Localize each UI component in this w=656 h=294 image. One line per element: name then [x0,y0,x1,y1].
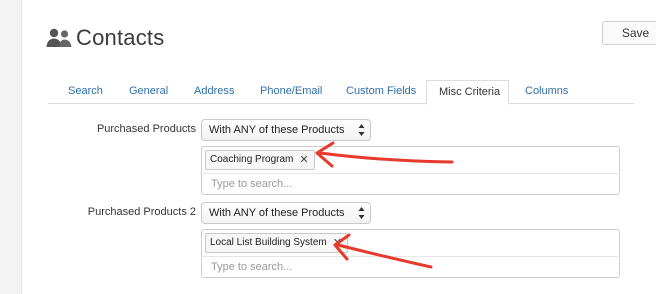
product-tag-label: Coaching Program [210,154,294,165]
product-tag: Local List Building System ✕ [205,233,348,253]
annotation-arrow-icon [333,233,433,269]
annotation-arrow-icon [315,141,454,168]
tab-columns[interactable]: Columns [525,80,568,104]
tab-address[interactable]: Address [194,80,234,104]
product-tag: Coaching Program ✕ [205,150,315,170]
purchased-products-2-label: Purchased Products 2 [87,206,196,218]
tab-general[interactable]: General [129,80,168,104]
page-header: Contacts [46,24,164,52]
save-button[interactable]: Save [602,21,656,45]
match-select-value: With ANY of these Products [209,124,345,136]
purchased-products-2-match-select[interactable]: With ANY of these Products [201,202,371,224]
left-sidebar-strip [0,0,22,294]
page-title: Contacts [76,25,165,50]
select-arrows-icon [358,124,365,136]
contacts-icon [46,28,72,47]
criteria-tabs: Search General Address Phone/Email Custo… [48,80,634,105]
purchased-products-match-select[interactable]: With ANY of these Products [201,119,371,141]
tab-phone-email[interactable]: Phone/Email [260,80,322,104]
tab-custom-fields[interactable]: Custom Fields [346,80,416,104]
product-search-input[interactable] [203,173,618,193]
match-select-value: With ANY of these Products [209,207,345,219]
remove-tag-icon[interactable]: ✕ [299,151,308,169]
tab-search[interactable]: Search [68,80,103,104]
tab-misc-criteria[interactable]: Misc Criteria [426,80,509,105]
purchased-products-label: Purchased Products [96,123,196,135]
select-arrows-icon [358,207,365,219]
product-tag-label: Local List Building System [210,237,327,248]
